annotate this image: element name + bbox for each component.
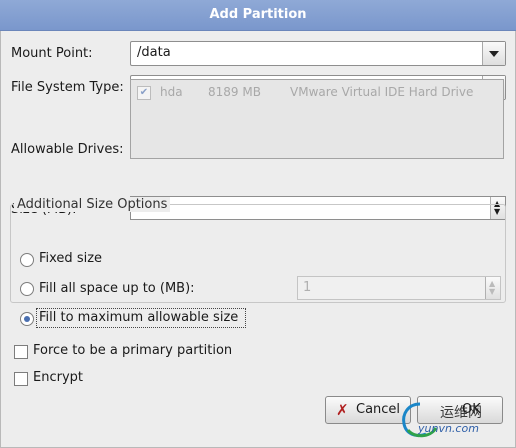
- cancel-icon: ✗: [336, 401, 349, 419]
- fixed-size-label[interactable]: Fixed size: [39, 251, 102, 266]
- cancel-button[interactable]: ✗ Cancel: [325, 396, 411, 424]
- mount-point-label-text: Mount Point:: [11, 46, 93, 61]
- cancel-button-label[interactable]: Cancel: [356, 402, 400, 417]
- allowable-drives-label-text: Allowable Drives:: [11, 142, 124, 157]
- chevron-down-icon: [489, 51, 499, 57]
- fixed-size-radio[interactable]: [20, 253, 34, 267]
- encrypt-checkbox[interactable]: [14, 372, 28, 386]
- drive-checkbox[interactable]: ✔: [137, 86, 151, 100]
- fill-up-to-spin-arrows[interactable]: ▲ ▼: [485, 277, 500, 299]
- fill-up-to-spinbox[interactable]: 1 ▲ ▼: [297, 276, 501, 300]
- primary-partition-label[interactable]: Force to be a primary partition: [33, 343, 232, 358]
- fill-up-to-label[interactable]: Fill all space up to (MB):: [39, 281, 195, 296]
- additional-size-options-title: Additional Size Options: [14, 197, 171, 212]
- drive-size: 8189 MB: [208, 85, 261, 99]
- dialog-title: Add Partition: [209, 7, 307, 22]
- allowable-drives-list[interactable]: ✔ hda 8189 MB VMware Virtual IDE Hard Dr…: [130, 79, 504, 159]
- fill-max-radio[interactable]: [20, 312, 34, 326]
- fill-up-to-radio[interactable]: [20, 282, 34, 296]
- watermark-cn: 运维网: [440, 405, 482, 421]
- allowable-drives-label: Allowable Drives:: [11, 142, 123, 157]
- fill-max-label[interactable]: Fill to maximum allowable size: [39, 310, 238, 325]
- fs-type-label-text: File System Type:: [11, 80, 124, 95]
- dialog-titlebar: Add Partition: [0, 0, 516, 31]
- drive-model: VMware Virtual IDE Hard Drive: [290, 85, 474, 99]
- mount-point-combo[interactable]: /data: [130, 41, 506, 66]
- watermark-url: yunvn.com: [418, 422, 479, 435]
- mount-point-value[interactable]: /data: [137, 45, 171, 60]
- encrypt-label[interactable]: Encrypt: [33, 370, 83, 385]
- drive-name: hda: [160, 85, 183, 99]
- fill-up-to-value[interactable]: 1: [303, 280, 311, 295]
- mount-point-dropdown-button[interactable]: [482, 42, 505, 65]
- spin-down-icon[interactable]: ▼: [489, 288, 495, 296]
- fs-type-label: File System Type:: [11, 80, 124, 95]
- watermark: 运维网 yunvn.com: [400, 400, 510, 442]
- primary-partition-checkbox[interactable]: [14, 345, 28, 359]
- mount-point-label: Mount Point:: [11, 46, 93, 61]
